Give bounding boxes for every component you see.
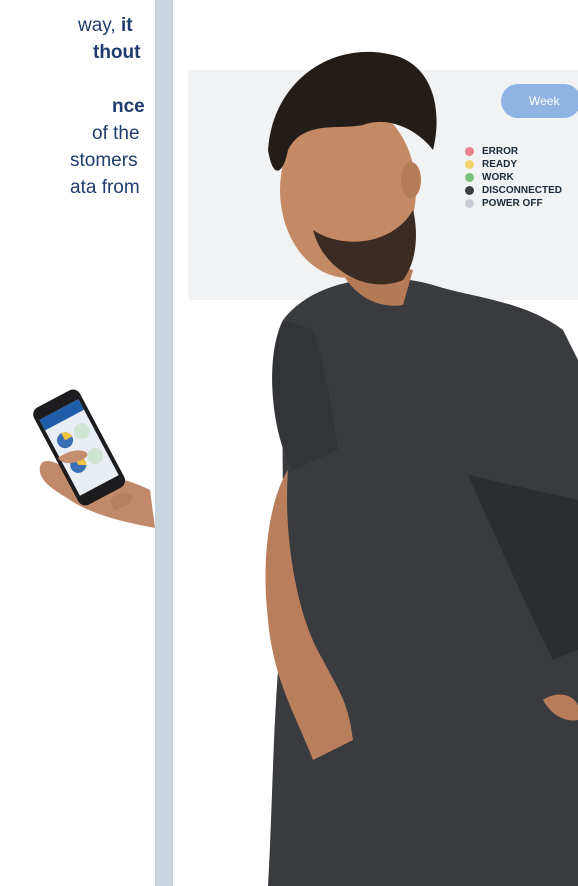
phone-in-hand-illustration bbox=[33, 389, 155, 528]
text-line-6: ata from bbox=[70, 177, 140, 198]
text-fragment: way, bbox=[78, 15, 116, 36]
legend-label: READY bbox=[482, 159, 518, 170]
text-line-2: thout bbox=[93, 39, 140, 66]
error-dot-icon bbox=[465, 147, 474, 156]
legend-item-error: ERROR bbox=[465, 145, 562, 158]
text-line-4: of the bbox=[92, 123, 140, 144]
photo-area: Week ERROR READY WORK DISCONNECTED POWER… bbox=[173, 0, 578, 886]
text-line-5: stomers bbox=[70, 150, 138, 171]
text-fragment-bold: thout bbox=[93, 42, 141, 63]
legend-item-ready: READY bbox=[465, 158, 562, 171]
vertical-divider bbox=[155, 0, 173, 886]
work-dot-icon bbox=[465, 173, 474, 182]
text-fragment-bold: nce bbox=[112, 96, 145, 117]
text-line-3: nce bbox=[112, 93, 145, 120]
legend-label: POWER OFF bbox=[482, 198, 543, 209]
legend-label: ERROR bbox=[482, 146, 519, 157]
legend-label: WORK bbox=[482, 172, 514, 183]
legend-item-disconnected: DISCONNECTED bbox=[465, 184, 562, 197]
disconnected-dot-icon bbox=[465, 186, 474, 195]
text-column: way, it thout nce of the stomers ata fro… bbox=[0, 0, 155, 300]
week-button[interactable]: Week bbox=[501, 84, 578, 118]
ready-dot-icon bbox=[465, 160, 474, 169]
text-fragment-bold: it bbox=[120, 15, 133, 36]
man-figure-illustration bbox=[265, 51, 578, 886]
power-off-dot-icon bbox=[465, 199, 474, 208]
legend-item-power-off: POWER OFF bbox=[465, 197, 562, 210]
status-legend: ERROR READY WORK DISCONNECTED POWER OFF bbox=[465, 145, 562, 210]
legend-item-work: WORK bbox=[465, 171, 562, 184]
legend-label: DISCONNECTED bbox=[482, 185, 563, 196]
text-line-1: way, it bbox=[78, 12, 133, 39]
